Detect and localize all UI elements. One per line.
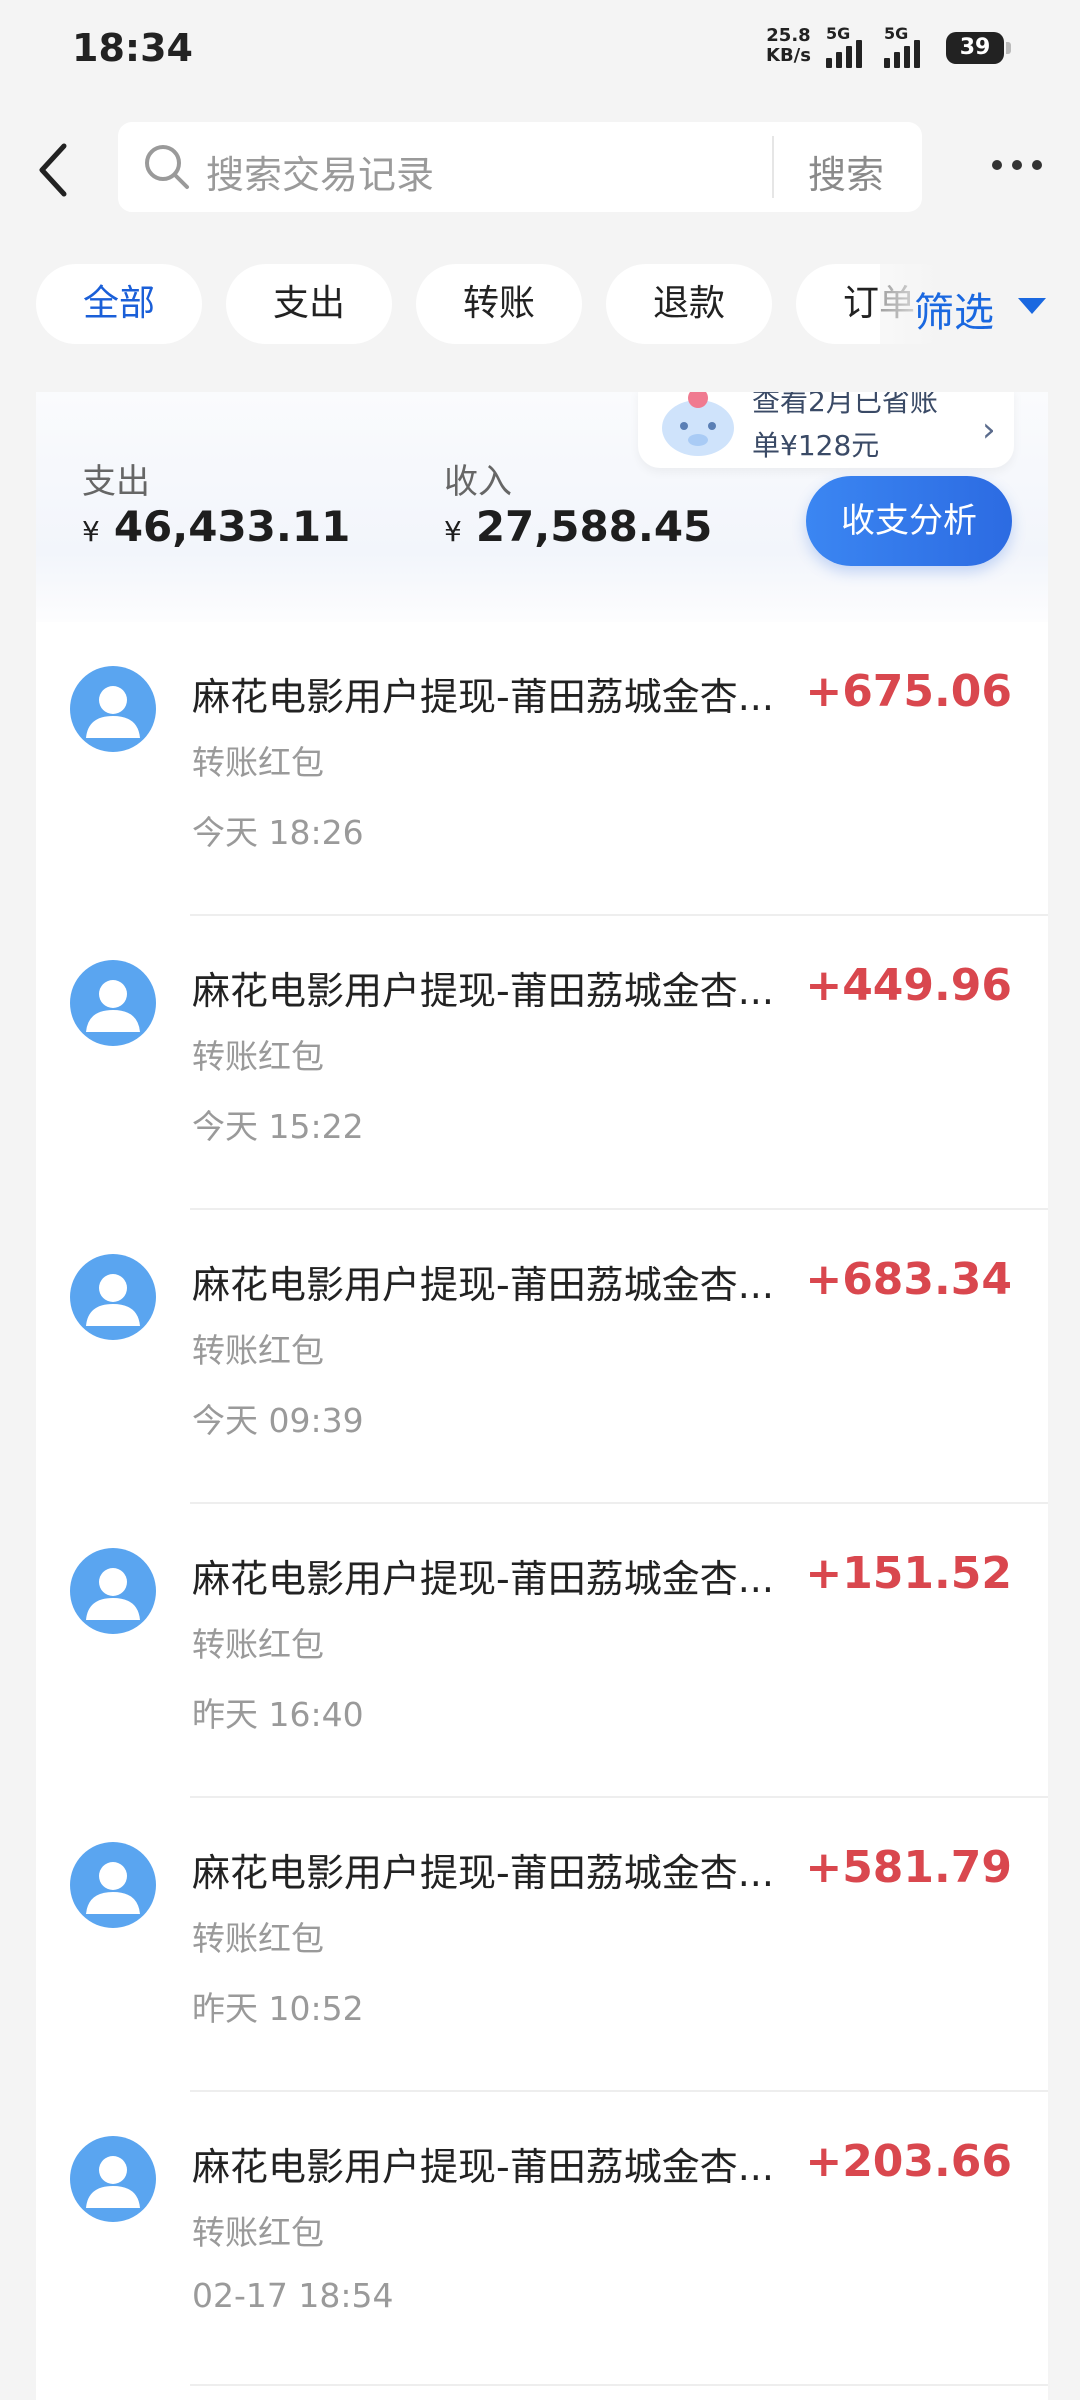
- more-dot-icon: [1032, 160, 1042, 170]
- transaction-category: 转账红包: [192, 1331, 324, 1370]
- promo-line2: 单¥128元: [752, 429, 880, 462]
- search-bar[interactable]: 搜索交易记录 搜索: [118, 122, 922, 212]
- transaction-card: 支出 ¥46,433.11 收入 ¥27,588.45 查看2月已省账 单¥12…: [36, 392, 1048, 2400]
- expense-currency: ¥: [82, 515, 100, 548]
- tab-transfer[interactable]: 转账: [416, 264, 582, 344]
- avatar-icon: [70, 960, 156, 1046]
- transaction-title: 麻花电影用户提现-莆田荔城金杏...: [192, 1851, 774, 1895]
- search-icon: [145, 145, 189, 189]
- transaction-row[interactable]: 麻花电影用户提现-莆田荔城金杏... 转账红包 今天 18:26 +675.06: [36, 622, 1048, 916]
- transaction-time: 今天 15:22: [192, 1107, 364, 1146]
- transaction-time: 今天 09:39: [192, 1401, 364, 1440]
- more-dot-icon: [992, 160, 1002, 170]
- transaction-row[interactable]: 麻花电影用户提现-莆田荔城金杏... 转账红包 昨天 10:52 +581.79: [36, 1798, 1048, 2092]
- chevron-right-icon: ›: [982, 410, 996, 450]
- transaction-row[interactable]: 麻花电影用户提现-莆田荔城金杏... 转账红包 今天 15:22 +449.96: [36, 916, 1048, 1210]
- avatar-icon: [70, 666, 156, 752]
- transaction-amount: +581.79: [805, 1842, 1012, 1893]
- sim1-label: 5G: [826, 24, 851, 43]
- network-speed-unit: KB/s: [766, 45, 811, 66]
- status-time: 18:34: [72, 26, 193, 70]
- more-options-button[interactable]: [992, 160, 1042, 170]
- transaction-amount: +203.66: [805, 2136, 1012, 2187]
- income-currency: ¥: [444, 515, 462, 548]
- chevron-left-icon: [39, 143, 67, 197]
- more-dot-icon: [1012, 160, 1022, 170]
- transaction-category: 转账红包: [192, 743, 324, 782]
- transaction-title: 麻花电影用户提现-莆田荔城金杏...: [192, 969, 774, 1013]
- expense-total: ¥46,433.11: [82, 502, 350, 551]
- transaction-category: 转账红包: [192, 1037, 324, 1076]
- row-divider: [190, 2384, 1048, 2386]
- savings-promo[interactable]: 查看2月已省账 单¥128元 ›: [638, 392, 1014, 468]
- avatar-icon: [70, 1254, 156, 1340]
- transaction-category: 转账红包: [192, 2213, 324, 2252]
- tab-refund[interactable]: 退款: [606, 264, 772, 344]
- income-expense-analysis-button[interactable]: 收支分析: [806, 476, 1012, 566]
- expense-value: 46,433.11: [113, 502, 351, 551]
- transaction-amount: +449.96: [805, 960, 1012, 1011]
- income-total: ¥27,588.45: [444, 502, 712, 551]
- promo-line1: 查看2月已省账: [752, 392, 938, 418]
- sim2-label: 5G: [884, 24, 909, 43]
- search-divider: [772, 136, 774, 198]
- filter-button[interactable]: 筛选: [880, 264, 1080, 344]
- avatar-icon: [70, 1548, 156, 1634]
- tab-expense[interactable]: 支出: [226, 264, 392, 344]
- status-bar: 18:34 25.8 KB/s 5G 5G 39: [0, 0, 1080, 100]
- transaction-amount: +683.34: [805, 1254, 1012, 1305]
- transaction-category: 转账红包: [192, 1919, 324, 1958]
- avatar-icon: [70, 1842, 156, 1928]
- transaction-row[interactable]: 麻花电影用户提现-莆田荔城金杏... 转账红包 02-17 18:54 +203…: [36, 2092, 1048, 2386]
- promo-text: 查看2月已省账 单¥128元: [752, 392, 972, 468]
- transaction-title: 麻花电影用户提现-莆田荔城金杏...: [192, 1263, 774, 1307]
- tab-all[interactable]: 全部: [36, 264, 202, 344]
- expense-label: 支出: [82, 462, 150, 502]
- signal-icon-sim2: 5G: [884, 24, 920, 68]
- transaction-time: 今天 18:26: [192, 813, 364, 852]
- income-value: 27,588.45: [475, 502, 713, 551]
- piggy-bank-icon: [662, 392, 734, 456]
- transaction-amount: +675.06: [805, 666, 1012, 717]
- transaction-title: 麻花电影用户提现-莆田荔城金杏...: [192, 675, 774, 719]
- transaction-title: 麻花电影用户提现-莆田荔城金杏...: [192, 2145, 774, 2189]
- search-input[interactable]: 搜索交易记录: [206, 144, 434, 199]
- transaction-row[interactable]: 麻花电影用户提现-莆田荔城金杏... 转账红包 昨天 16:40 +151.52: [36, 1504, 1048, 1798]
- network-speed-value: 25.8: [766, 25, 811, 46]
- back-button[interactable]: [34, 140, 84, 200]
- transaction-time: 昨天 10:52: [192, 1989, 364, 2028]
- transaction-list: 麻花电影用户提现-莆田荔城金杏... 转账红包 今天 18:26 +675.06…: [36, 622, 1048, 2386]
- transaction-time: 02-17 18:54: [192, 2276, 394, 2315]
- battery-icon: 39: [946, 32, 1011, 64]
- transaction-category: 转账红包: [192, 1625, 324, 1664]
- triangle-down-icon: [1018, 298, 1046, 314]
- search-button[interactable]: 搜索: [808, 144, 884, 199]
- filter-label: 筛选: [914, 290, 994, 336]
- transaction-row[interactable]: 麻花电影用户提现-莆田荔城金杏... 转账红包 今天 09:39 +683.34: [36, 1210, 1048, 1504]
- summary-panel: 支出 ¥46,433.11 收入 ¥27,588.45 查看2月已省账 单¥12…: [36, 392, 1048, 622]
- avatar-icon: [70, 2136, 156, 2222]
- income-label: 收入: [444, 462, 512, 502]
- transaction-amount: +151.52: [805, 1548, 1012, 1599]
- transaction-time: 昨天 16:40: [192, 1695, 364, 1734]
- network-speed: 25.8 KB/s: [766, 26, 811, 66]
- transaction-title: 麻花电影用户提现-莆田荔城金杏...: [192, 1557, 774, 1601]
- signal-icon-sim1: 5G: [826, 24, 862, 68]
